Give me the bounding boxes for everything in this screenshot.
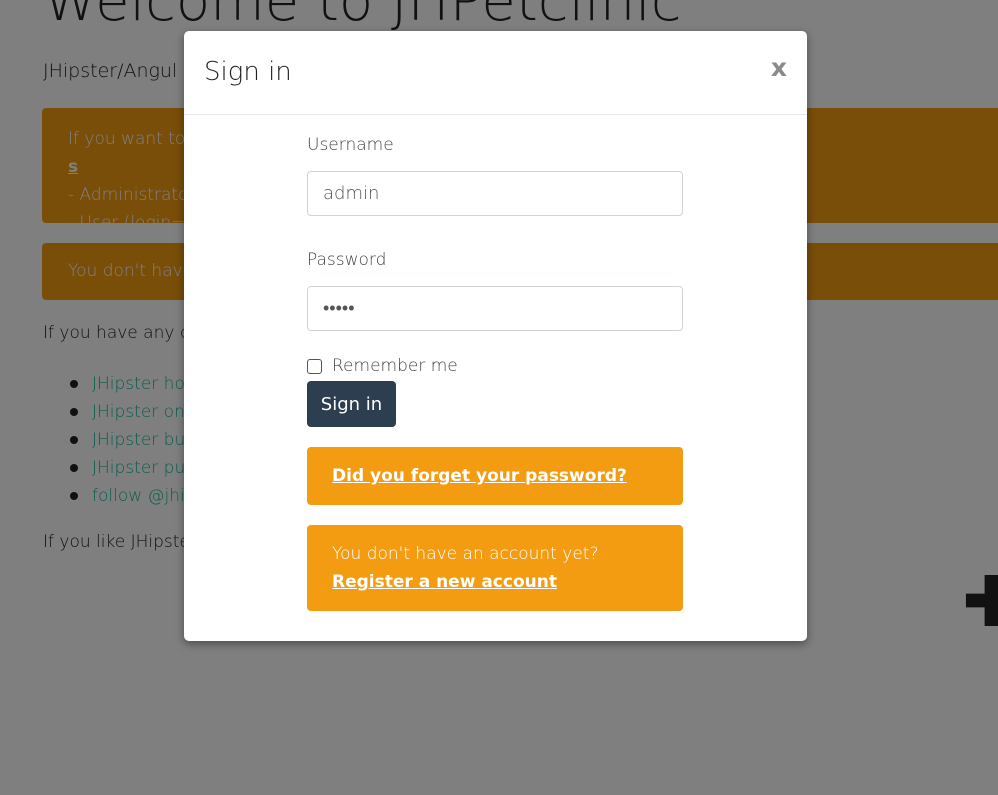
username-input[interactable]	[307, 171, 683, 216]
password-label: Password	[307, 250, 387, 270]
modal-header: Sign in x	[184, 31, 807, 115]
sign-in-button[interactable]: Sign in	[307, 381, 396, 427]
register-link[interactable]: Register a new account	[332, 572, 557, 592]
register-prefix: You don't have an account yet?	[332, 544, 599, 564]
remember-me-checkbox[interactable]	[307, 358, 322, 374]
login-form: Username Password Remember me Sign in Di…	[307, 135, 683, 611]
remember-me-row: Remember me	[307, 355, 683, 377]
modal-title: Sign in	[204, 57, 292, 87]
username-label: Username	[307, 135, 394, 155]
remember-me-label[interactable]: Remember me	[332, 356, 458, 376]
login-modal: Sign in x Username Password Remember me …	[184, 31, 807, 641]
forgot-password-alert: Did you forget your password?	[307, 447, 683, 505]
close-button[interactable]: x	[771, 53, 787, 83]
password-input[interactable]	[307, 286, 683, 331]
register-alert: You don't have an account yet? Register …	[307, 525, 683, 611]
forgot-password-link[interactable]: Did you forget your password?	[332, 466, 627, 486]
